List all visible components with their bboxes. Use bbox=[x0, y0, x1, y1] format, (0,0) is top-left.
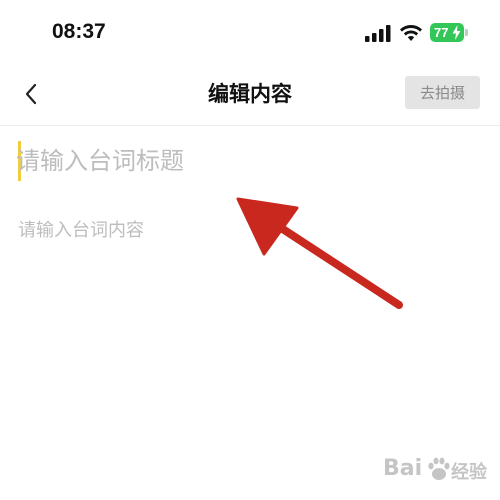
battery-level: 77 bbox=[434, 25, 449, 40]
wifi-icon bbox=[400, 25, 422, 41]
baidu-jingyan-watermark: Bai 经验 bbox=[383, 450, 495, 494]
edit-content-screen: 08:37 77 编辑内容 去拍摄 请输入台词标题 请输入台词内容 Bai 经验 bbox=[0, 0, 500, 500]
battery-indicator: 77 bbox=[430, 23, 464, 42]
status-bar: 08:37 77 bbox=[0, 0, 500, 62]
charging-bolt-icon bbox=[452, 25, 461, 40]
paw-icon bbox=[428, 457, 450, 480]
nav-bar: 编辑内容 去拍摄 bbox=[0, 62, 500, 126]
status-time: 08:37 bbox=[52, 20, 106, 43]
signal-icon bbox=[365, 25, 391, 42]
watermark-suffix: 经验 bbox=[451, 462, 487, 483]
line-content-input[interactable] bbox=[18, 216, 478, 416]
battery-cap bbox=[465, 29, 468, 36]
go-shoot-button[interactable]: 去拍摄 bbox=[405, 76, 480, 109]
line-title-input[interactable] bbox=[16, 138, 476, 184]
watermark-brand: Bai bbox=[383, 456, 423, 481]
